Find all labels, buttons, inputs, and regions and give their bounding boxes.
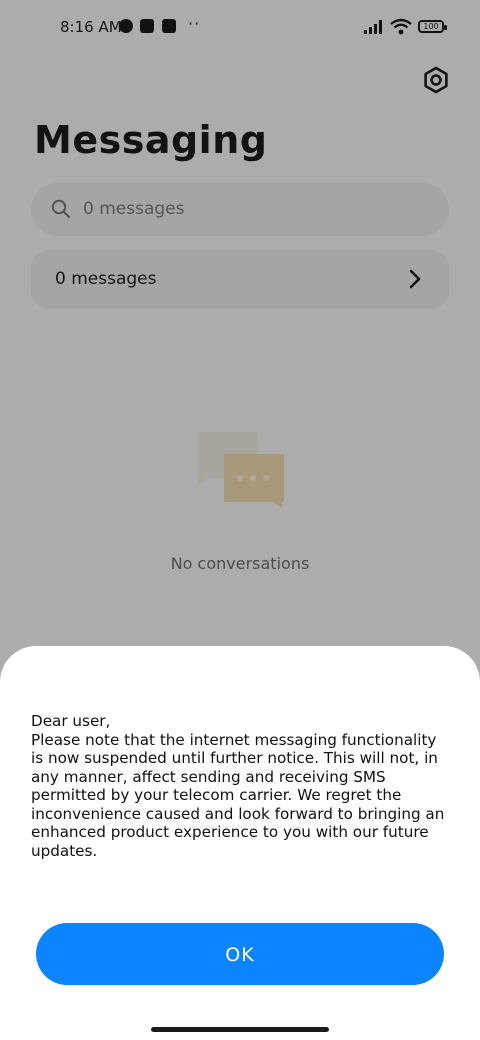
ok-button[interactable]: OK [36, 923, 444, 985]
notice-dialog: Dear user, Please note that the internet… [0, 646, 480, 1040]
home-indicator[interactable] [151, 1027, 329, 1032]
dialog-message: Dear user, Please note that the internet… [31, 712, 445, 860]
